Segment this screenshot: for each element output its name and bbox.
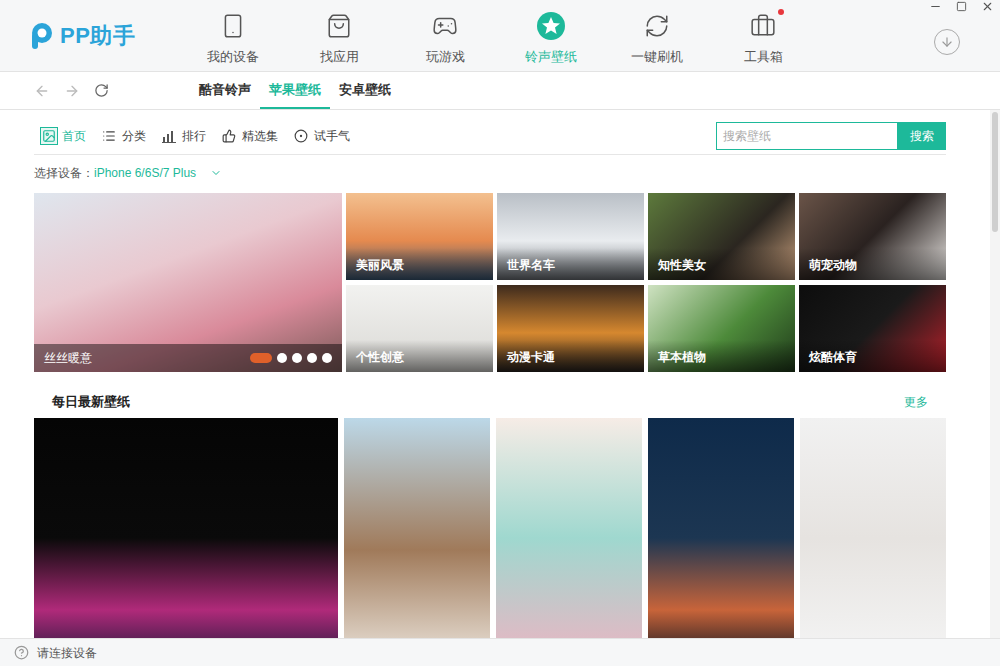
forward-icon[interactable] [64, 83, 80, 99]
content-area: 首页分类排行精选集试手气 搜索壁纸搜索选择设备：iPhone 6/6S/7 Plu… [0, 110, 1000, 638]
latest-header: 每日最新壁纸更多 [34, 372, 946, 418]
history-controls [0, 83, 190, 99]
carousel-dot[interactable] [250, 353, 272, 363]
sub-tab[interactable]: 酷音铃声 [190, 72, 260, 109]
pp-logo-icon [26, 21, 56, 51]
category-tile[interactable]: 萌宠动物 [799, 193, 946, 280]
carousel-dot[interactable] [307, 353, 317, 363]
chevron-down-icon [210, 167, 222, 179]
view-tab[interactable]: 排行 [160, 127, 206, 145]
category-tile[interactable]: 草本植物 [648, 285, 795, 372]
search-button[interactable]: 搜索 [898, 122, 946, 150]
window-controls [929, 0, 994, 13]
search-form: 搜索壁纸搜索 [716, 122, 946, 150]
nav-item[interactable]: 找应用 [286, 7, 392, 65]
refresh-icon[interactable] [94, 83, 109, 98]
main-nav: 我的设备找应用玩游戏铃声壁纸一键刷机工具箱 [180, 7, 816, 65]
carousel-dot[interactable] [292, 353, 302, 363]
download-button[interactable] [934, 29, 960, 55]
category-tile[interactable]: 美丽风景 [346, 193, 493, 280]
sub-tab[interactable]: 安卓壁纸 [330, 72, 400, 109]
category-gallery: 丝丝暖意 美丽风景世界名车知性美女萌宠动物个性创意动漫卡通草本植物炫酷体育 [34, 193, 946, 372]
nav-item[interactable]: 玩游戏 [392, 7, 498, 65]
nav-item[interactable]: 我的设备 [180, 7, 286, 65]
header: PP助手 我的设备找应用玩游戏铃声壁纸一键刷机工具箱 [0, 0, 1000, 72]
wallpaper-thumb[interactable] [648, 418, 794, 639]
featured-caption: 丝丝暖意 [44, 349, 92, 367]
app-store-icon [326, 13, 352, 39]
nav-item[interactable]: 工具箱 [710, 7, 816, 65]
wallpaper-thumb[interactable] [496, 418, 642, 639]
wallpaper-star-icon [536, 11, 566, 41]
home-icon [42, 129, 56, 143]
sub-tab[interactable]: 苹果壁纸 [260, 72, 330, 109]
maximize-icon[interactable] [956, 1, 967, 12]
minimize-icon[interactable] [929, 0, 942, 13]
view-tab[interactable]: 分类 [100, 127, 146, 145]
close-icon[interactable] [981, 0, 994, 13]
category-tile[interactable]: 动漫卡通 [497, 285, 644, 372]
wallpaper-thumb[interactable] [34, 418, 338, 639]
category-tile[interactable]: 知性美女 [648, 193, 795, 280]
featured-banner[interactable]: 丝丝暖意 [34, 193, 342, 372]
carousel-dot[interactable] [322, 353, 332, 363]
search-input[interactable]: 搜索壁纸 [716, 122, 898, 150]
category-tile[interactable]: 炫酷体育 [799, 285, 946, 372]
logo[interactable]: PP助手 [0, 19, 180, 52]
wallpaper-page: 首页分类排行精选集试手气 搜索壁纸搜索选择设备：iPhone 6/6S/7 Plu… [0, 110, 990, 638]
sub-tabs: 酷音铃声苹果壁纸安卓壁纸 [190, 72, 400, 109]
logo-text: PP助手 [60, 19, 136, 52]
category-tile[interactable]: 世界名车 [497, 193, 644, 280]
help-icon[interactable] [14, 645, 29, 660]
device-dropdown[interactable]: iPhone 6/6S/7 Plus [94, 164, 222, 182]
wallpaper-thumb[interactable] [344, 418, 490, 639]
sub-tab-bar: 酷音铃声苹果壁纸安卓壁纸 [0, 72, 1000, 110]
thumbs-up-icon [222, 129, 236, 143]
app-window: PP助手我的设备找应用玩游戏铃声壁纸一键刷机工具箱酷音铃声苹果壁纸安卓壁纸首页分… [0, 0, 1000, 666]
view-tab[interactable]: 首页 [40, 127, 86, 145]
lucky-icon [294, 129, 308, 143]
latest-grid [34, 418, 946, 639]
nav-item[interactable]: 一键刷机 [604, 7, 710, 65]
category-icon [102, 129, 116, 143]
scrollbar[interactable] [990, 110, 1000, 638]
nav-item[interactable]: 铃声壁纸 [498, 7, 604, 65]
back-icon[interactable] [34, 83, 50, 99]
view-toolbar: 首页分类排行精选集试手气 搜索壁纸搜索 [34, 110, 946, 155]
notification-badge [778, 9, 784, 15]
flash-icon [644, 13, 670, 39]
carousel-dot[interactable] [277, 353, 287, 363]
wallpaper-thumb[interactable] [800, 418, 946, 639]
device-icon [220, 13, 246, 39]
ranking-icon [162, 129, 176, 143]
toolbox-icon [750, 13, 776, 39]
view-tab[interactable]: 试手气 [292, 127, 350, 145]
category-tile[interactable]: 个性创意 [346, 285, 493, 372]
view-tab[interactable]: 精选集 [220, 127, 278, 145]
gamepad-icon [432, 13, 458, 39]
device-selector: 选择设备：iPhone 6/6S/7 Plus [34, 155, 946, 191]
status-text: 请连接设备 [37, 644, 97, 662]
more-link[interactable]: 更多 [904, 393, 928, 411]
carousel-dots [250, 353, 332, 363]
status-bar: 请连接设备 [0, 638, 1000, 666]
scrollbar-thumb[interactable] [992, 112, 998, 232]
download-icon [940, 35, 954, 49]
